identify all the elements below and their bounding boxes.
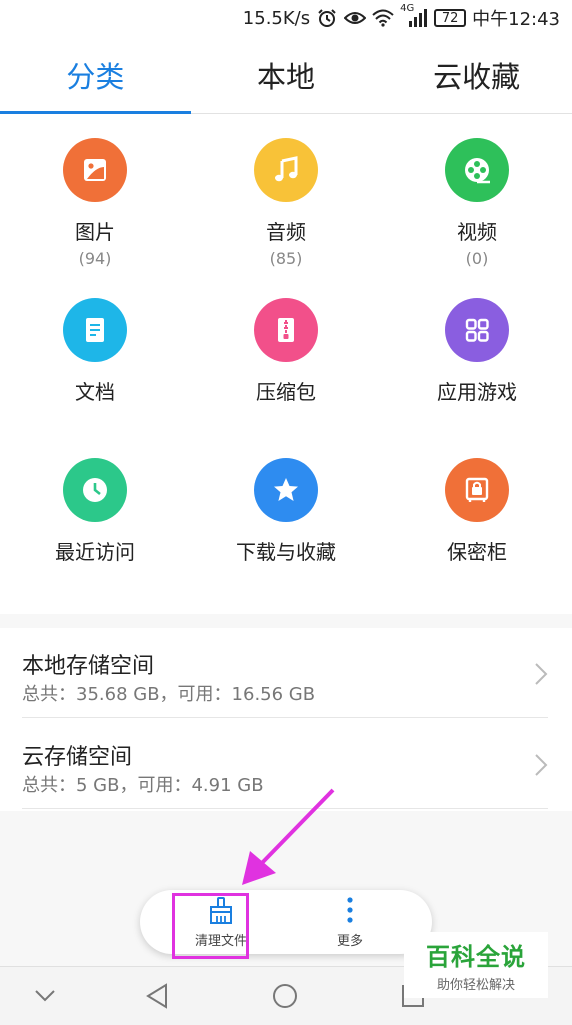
archive-icon: [254, 298, 318, 362]
storage-title: 云存储空间: [22, 745, 133, 770]
document-icon: [63, 298, 127, 362]
category-label: 文档: [75, 380, 115, 404]
nav-hide-button[interactable]: [30, 981, 60, 1011]
alarm-icon: [316, 7, 338, 29]
watermark-logo: 百科全说 助你轻松解决: [404, 932, 548, 998]
category-label: 视频: [457, 220, 497, 244]
nav-home-button[interactable]: [270, 981, 300, 1011]
storage-list: 本地存储空间 总共：35.68 GB，可用：16.56 GB 云存储空间 总共：…: [0, 628, 572, 811]
annotation-highlight-box: [172, 893, 249, 959]
category-apps-games[interactable]: 应用游戏: [382, 298, 572, 405]
category-count: (94): [78, 249, 112, 268]
safe-icon: [445, 458, 509, 522]
wifi-icon: [372, 7, 394, 29]
music-icon: [254, 138, 318, 202]
category-count: (85): [269, 249, 303, 268]
back-triangle-icon: [146, 983, 167, 1009]
tab-cloud-favorites[interactable]: 云收藏: [381, 36, 572, 113]
annotation-arrow: [242, 788, 335, 885]
storage-detail: 总共：35.68 GB，可用：16.56 GB: [22, 684, 316, 705]
category-safe[interactable]: 保密柜: [382, 458, 572, 565]
category-label: 图片: [75, 220, 115, 244]
tab-bar: 分类 本地 云收藏: [0, 36, 572, 114]
apps-grid-icon: [445, 298, 509, 362]
more-button[interactable]: 更多: [295, 890, 405, 954]
chevron-right-icon: [535, 663, 548, 685]
category-grid: 图片 (94) 音频 (85) 视频 (0) 文档 压缩包 应用游戏 最近访问 …: [0, 114, 572, 614]
more-vertical-icon: [347, 896, 353, 923]
storage-detail: 总共：5 GB，可用：4.91 GB: [22, 775, 264, 796]
category-recent[interactable]: 最近访问: [0, 458, 190, 565]
category-label: 最近访问: [55, 540, 135, 564]
category-documents[interactable]: 文档: [0, 298, 190, 405]
network-type: 4G: [400, 3, 415, 14]
battery-level: 72: [441, 10, 459, 26]
local-storage-item[interactable]: 本地存储空间 总共：35.68 GB，可用：16.56 GB: [22, 628, 548, 718]
category-images[interactable]: 图片 (94): [0, 138, 190, 268]
status-bar: 15.5K/s 4G 72 中午12:43: [0, 0, 572, 36]
star-icon: [254, 458, 318, 522]
battery-icon: 72: [434, 9, 467, 27]
image-icon: [63, 138, 127, 202]
category-label: 下载与收藏: [236, 540, 336, 564]
nav-back-button[interactable]: [142, 981, 172, 1011]
watermark-title: 百科全说: [426, 943, 526, 971]
storage-title: 本地存储空间: [22, 654, 155, 679]
eye-icon: [344, 7, 367, 29]
signal-icon: 4G: [400, 3, 428, 29]
category-label: 音频: [266, 220, 306, 244]
category-downloads-favorites[interactable]: 下载与收藏: [191, 458, 381, 565]
clock-icon: [63, 458, 127, 522]
network-speed: 15.5K/s: [242, 7, 311, 29]
category-label: 保密柜: [447, 540, 507, 564]
category-audio[interactable]: 音频 (85): [191, 138, 381, 268]
category-count: (0): [465, 249, 489, 268]
more-label: 更多: [336, 933, 363, 949]
watermark-subtitle: 助你轻松解决: [436, 978, 515, 993]
video-reel-icon: [445, 138, 509, 202]
category-video[interactable]: 视频 (0): [382, 138, 572, 268]
home-circle-icon: [273, 984, 297, 1008]
tab-category[interactable]: 分类: [0, 36, 191, 114]
chevron-right-icon: [535, 754, 548, 776]
chevron-down-icon: [35, 990, 55, 1002]
category-label: 压缩包: [256, 380, 316, 404]
tab-local[interactable]: 本地: [191, 36, 382, 113]
category-label: 应用游戏: [437, 380, 517, 404]
clock-time: 中午12:43: [472, 9, 560, 30]
category-archives[interactable]: 压缩包: [191, 298, 381, 405]
